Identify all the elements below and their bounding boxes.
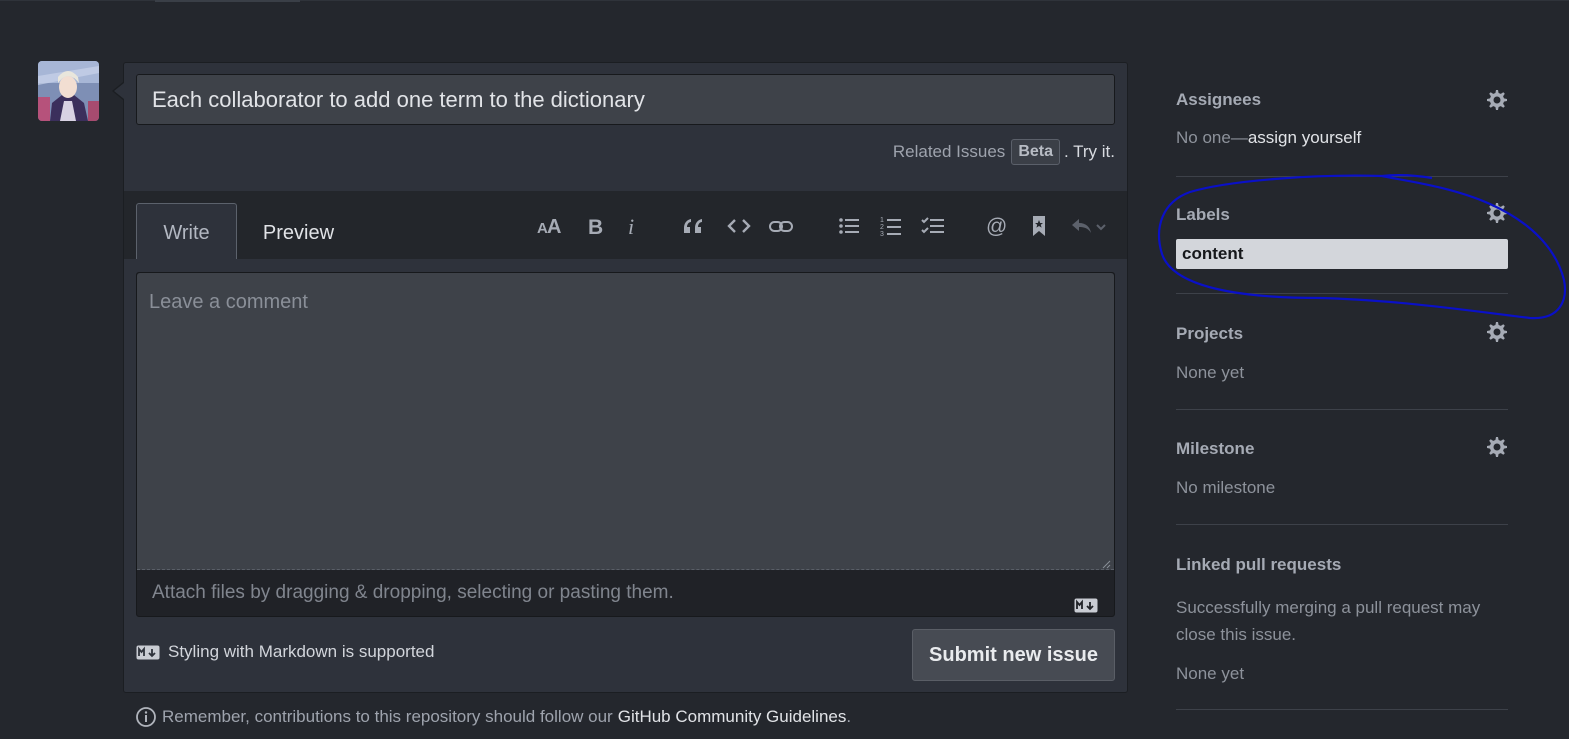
info-icon bbox=[136, 707, 156, 727]
link-icon[interactable] bbox=[766, 211, 796, 241]
quote-icon[interactable] bbox=[678, 211, 708, 241]
milestone-value: No milestone bbox=[1176, 478, 1276, 497]
svg-text:i: i bbox=[628, 215, 634, 237]
sidebar-milestone: Milestone No milestone bbox=[1176, 436, 1508, 498]
sidebar-divider bbox=[1176, 709, 1508, 710]
attach-files-text: Attach files by dragging & dropping, sel… bbox=[152, 582, 674, 603]
gear-icon[interactable] bbox=[1486, 321, 1508, 343]
svg-text:B: B bbox=[588, 216, 603, 237]
sidebar-divider bbox=[1176, 524, 1508, 525]
tab-preview[interactable]: Preview bbox=[250, 203, 347, 259]
mention-icon[interactable]: @ bbox=[982, 211, 1012, 241]
related-issues: Related Issues Beta . Try it. bbox=[893, 137, 1115, 167]
new-issue-composer: Each collaborator to add one term to the… bbox=[123, 62, 1128, 693]
text-size-icon[interactable]: AA bbox=[536, 211, 566, 241]
bold-icon[interactable]: B bbox=[580, 211, 610, 241]
remember-period: . bbox=[846, 707, 852, 726]
markdown-note-text: Styling with Markdown is supported bbox=[168, 642, 435, 661]
linked-prs-description-line: close this issue. bbox=[1176, 625, 1296, 644]
bulleted-list-icon[interactable] bbox=[834, 211, 864, 241]
code-icon[interactable] bbox=[724, 211, 754, 241]
attach-files-bar[interactable]: Attach files by dragging & dropping, sel… bbox=[137, 570, 1114, 616]
remember-text: Remember, contributions to this reposito… bbox=[162, 707, 613, 726]
linked-prs-description-line: Successfully merging a pull request may bbox=[1176, 598, 1481, 617]
active-nav-underline bbox=[155, 0, 300, 2]
sidebar-projects: Projects None yet bbox=[1176, 321, 1508, 383]
related-issues-label: Related Issues bbox=[892, 142, 1006, 161]
avatar[interactable] bbox=[38, 61, 99, 121]
reply-icon[interactable] bbox=[1068, 211, 1112, 241]
composer-pointer-inner bbox=[114, 83, 124, 99]
annotation-circle bbox=[1158, 174, 1566, 320]
assignees-none: No one— bbox=[1176, 128, 1248, 147]
assignees-heading[interactable]: Assignees bbox=[1176, 90, 1508, 110]
milestone-heading[interactable]: Milestone bbox=[1176, 439, 1508, 459]
beta-badge: Beta bbox=[1011, 139, 1060, 165]
svg-text:@: @ bbox=[986, 215, 1007, 237]
projects-heading[interactable]: Projects bbox=[1176, 324, 1508, 344]
saved-reply-icon[interactable] bbox=[1024, 211, 1054, 241]
gear-icon[interactable] bbox=[1486, 436, 1508, 458]
italic-icon[interactable]: i bbox=[617, 211, 647, 241]
linked-prs-description: Successfully merging a pull request may … bbox=[1176, 594, 1508, 648]
task-list-icon[interactable] bbox=[918, 211, 948, 241]
svg-text:3: 3 bbox=[880, 231, 884, 237]
markdown-icon bbox=[136, 645, 160, 659]
linked-prs-value: None yet bbox=[1176, 664, 1245, 683]
comment-editor: Leave a comment Attach files by dragging… bbox=[136, 272, 1115, 617]
linked-prs-heading: Linked pull requests bbox=[1176, 555, 1342, 574]
gear-icon[interactable] bbox=[1486, 89, 1508, 111]
tab-write[interactable]: Write bbox=[136, 203, 237, 259]
submit-new-issue-button[interactable]: Submit new issue bbox=[912, 629, 1115, 681]
sidebar-divider bbox=[1176, 409, 1508, 410]
community-guidelines-link[interactable]: GitHub Community Guidelines bbox=[618, 707, 847, 727]
resize-handle-icon[interactable] bbox=[1101, 556, 1111, 569]
sidebar-linked-pull-requests: Linked pull requests Successfully mergin… bbox=[1176, 555, 1508, 684]
markdown-icon bbox=[1074, 585, 1098, 613]
try-it-link[interactable]: . Try it. bbox=[1064, 142, 1115, 162]
contribution-reminder: Remember, contributions to this reposito… bbox=[135, 706, 851, 728]
svg-text:2: 2 bbox=[880, 224, 884, 231]
issue-title-input[interactable]: Each collaborator to add one term to the… bbox=[136, 74, 1115, 125]
assignees-value: No one—assign yourself bbox=[1176, 128, 1508, 148]
svg-text:A: A bbox=[547, 216, 561, 237]
comment-textarea[interactable]: Leave a comment bbox=[137, 273, 1114, 570]
numbered-list-icon[interactable]: 123 bbox=[876, 211, 906, 241]
composer-footer: Styling with Markdown is supported Submi… bbox=[136, 629, 1115, 681]
markdown-note[interactable]: Styling with Markdown is supported bbox=[136, 642, 434, 662]
sidebar-assignees: Assignees No one—assign yourself bbox=[1176, 90, 1508, 148]
projects-value: None yet bbox=[1176, 363, 1245, 382]
assign-yourself-link[interactable]: assign yourself bbox=[1248, 128, 1361, 147]
svg-text:1: 1 bbox=[880, 217, 884, 224]
